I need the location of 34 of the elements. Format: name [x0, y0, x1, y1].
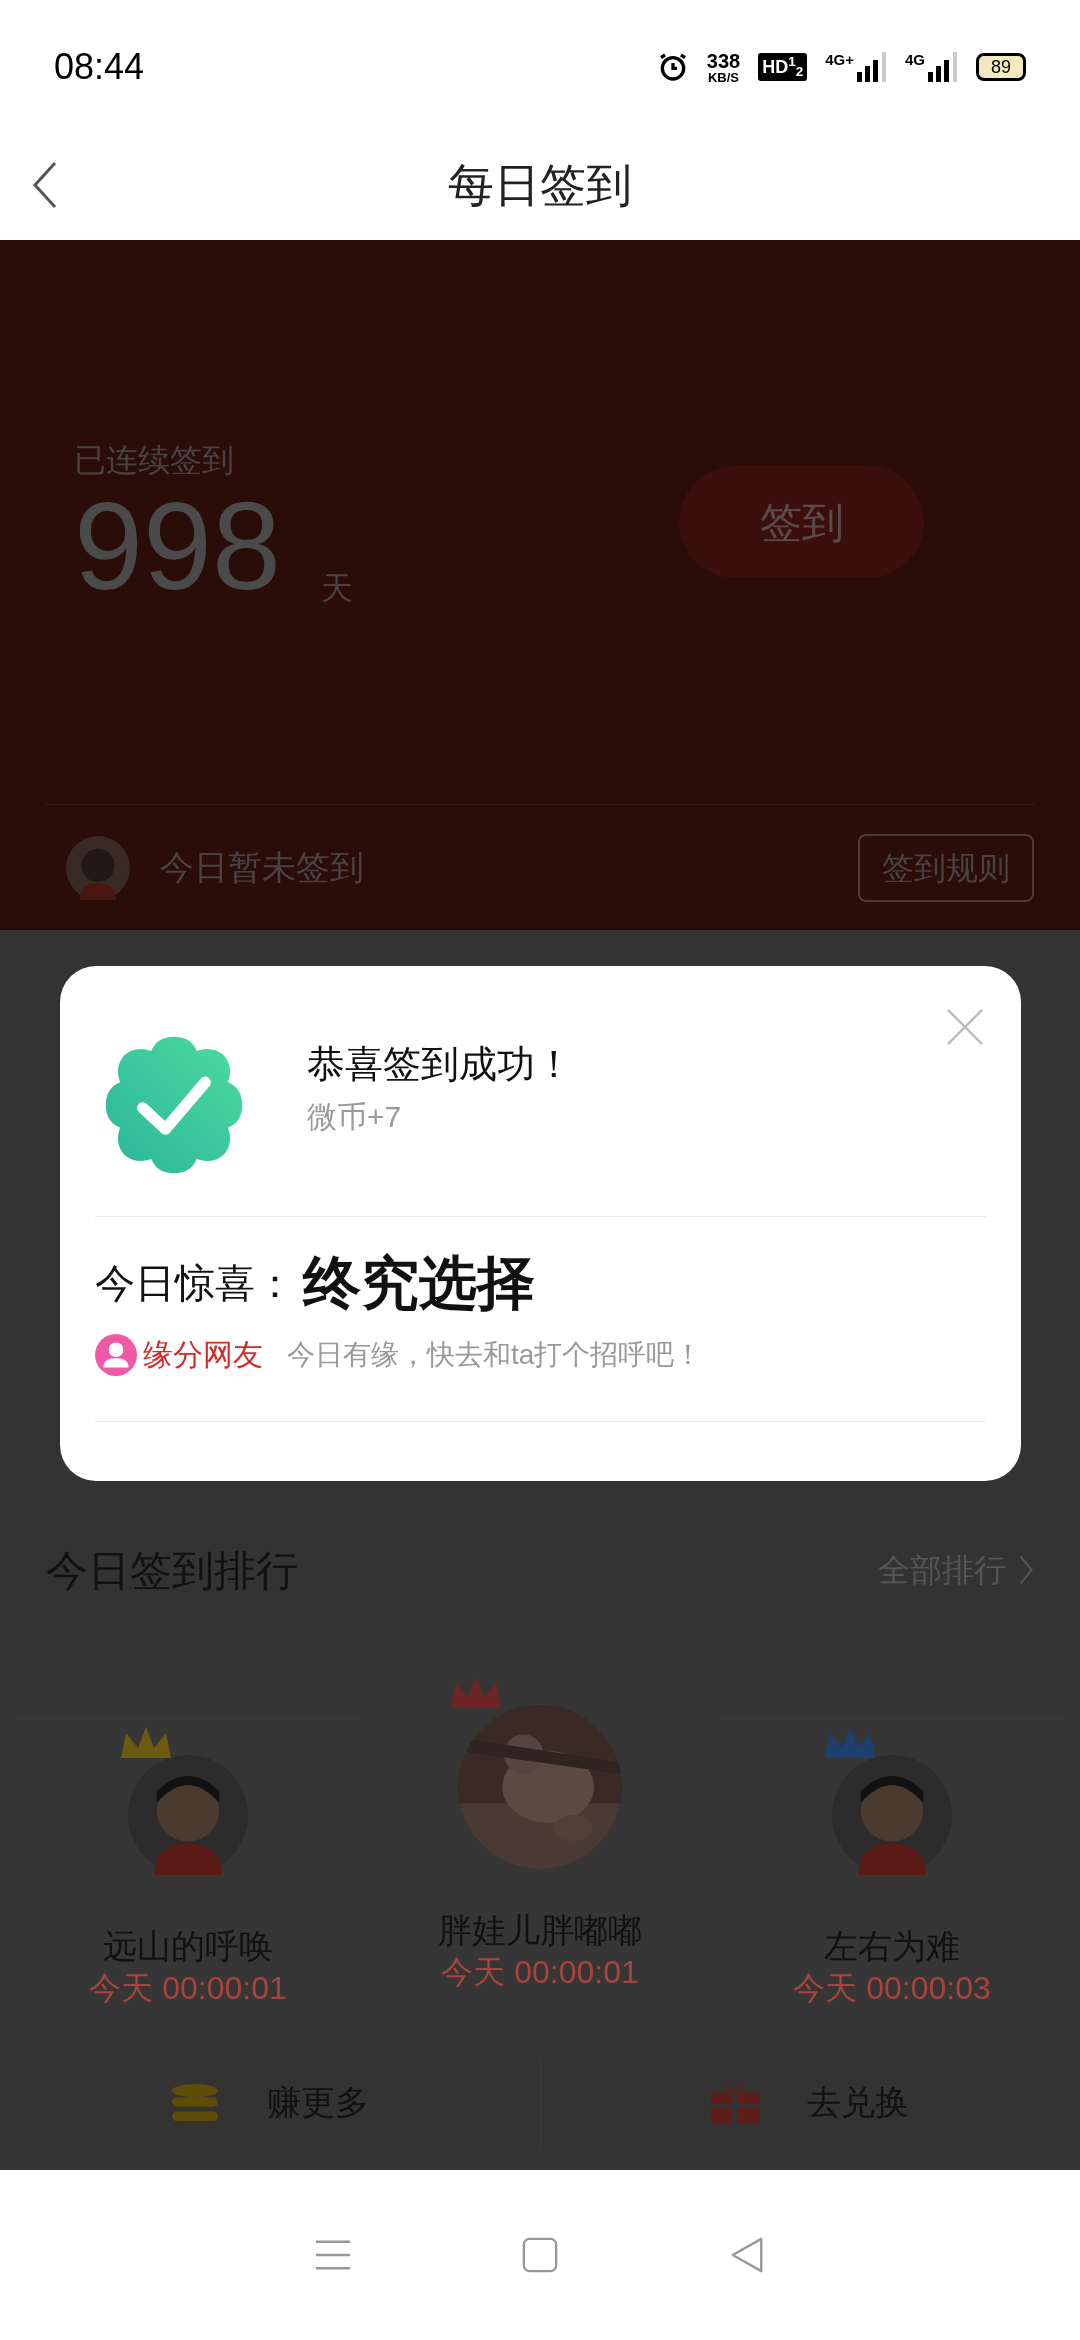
match-message: 今日有缘，快去和ta打个招呼吧！: [287, 1337, 703, 1372]
dialog-title: 恭喜签到成功！: [307, 1042, 573, 1087]
avatar-icon: [128, 1755, 248, 1875]
checkin-time: 今天 00:00:03: [793, 1968, 991, 2008]
network-type: 4G: [905, 52, 925, 67]
reward-text: 微币+7: [307, 1099, 403, 1135]
checkin-time: 今天 00:00:01: [89, 1968, 287, 2008]
user-icon: [95, 1333, 137, 1376]
home-icon[interactable]: [521, 2236, 559, 2274]
avatar-icon: [66, 835, 130, 900]
chevron-right-icon: [1018, 1554, 1034, 1586]
checkin-time: 今天 00:00:01: [441, 1952, 639, 1992]
signal-icon: [928, 52, 958, 82]
surprise-value: 终究选择: [303, 1249, 535, 1317]
avatar-icon: [832, 1755, 952, 1875]
clock-time: 08:44: [54, 45, 145, 89]
match-tag: 缘分网友: [143, 1332, 263, 1377]
net-speed: 338: [706, 50, 741, 71]
streak-days: 998: [74, 484, 281, 608]
page-title: 每日签到: [448, 157, 632, 213]
signal-icon: [857, 52, 887, 82]
verified-badge-icon: [103, 1034, 245, 1176]
coins-icon: [170, 2082, 219, 2123]
rules-button[interactable]: 签到规则: [858, 833, 1034, 902]
streak-unit: 天: [320, 569, 353, 608]
surprise-label: 今日惊喜：: [95, 1259, 295, 1307]
checkin-button[interactable]: 签到: [679, 466, 924, 578]
network-type: 4G+: [825, 52, 854, 67]
battery-indicator: 89: [976, 53, 1026, 81]
streak-label: 已连续签到: [74, 441, 235, 480]
net-speed-unit: KB/S: [707, 70, 739, 84]
gift-icon: [711, 2082, 760, 2123]
checkin-status: 今日暂未签到: [160, 847, 364, 888]
close-icon[interactable]: [946, 1008, 984, 1046]
